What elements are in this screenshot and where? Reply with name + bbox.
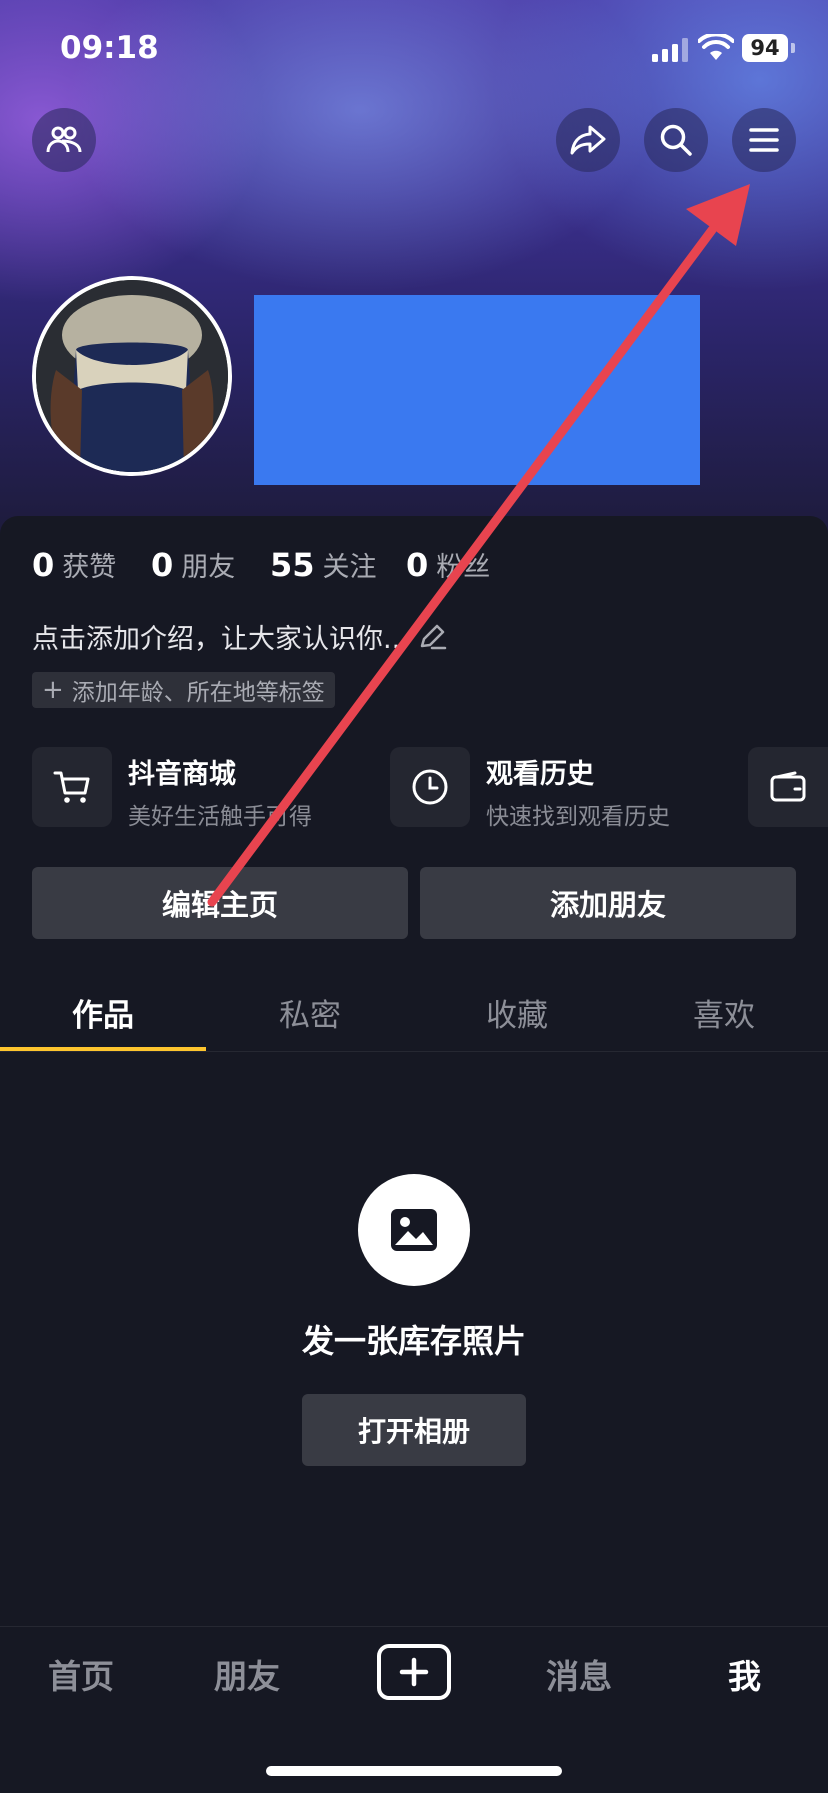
- pencil-icon: [420, 624, 446, 649]
- clock-icon: [412, 769, 448, 805]
- search-button[interactable]: [644, 108, 708, 172]
- plus-icon: +: [42, 675, 64, 705]
- stat-followers[interactable]: 0 粉丝: [406, 545, 490, 584]
- battery-indicator: 94: [742, 34, 788, 62]
- history-icon-box: [390, 747, 470, 827]
- tab-works[interactable]: 作品: [0, 990, 206, 1035]
- bio-placeholder: 点击添加介绍，让大家认识你...: [32, 624, 409, 655]
- avatar[interactable]: [32, 276, 232, 476]
- tab-likes[interactable]: 喜欢: [621, 990, 827, 1035]
- battery-tip: [791, 43, 795, 53]
- username-redacted-block: [254, 295, 700, 485]
- status-time: 09:18: [60, 30, 159, 66]
- wallet-icon: [770, 771, 806, 802]
- stat-friends-value: 0: [151, 546, 174, 584]
- stat-following[interactable]: 55 关注: [270, 545, 377, 584]
- add-tags-chip[interactable]: + 添加年龄、所在地等标签: [32, 672, 335, 708]
- service-history-title: 观看历史: [486, 759, 594, 790]
- menu-button[interactable]: [732, 108, 796, 172]
- nav-me[interactable]: 我: [728, 1650, 761, 1698]
- add-friend-button[interactable]: 添加朋友: [420, 867, 796, 939]
- shop-icon-box: [32, 747, 112, 827]
- hamburger-menu-icon: [749, 128, 779, 152]
- nav-messages[interactable]: 消息: [546, 1650, 612, 1698]
- photo-icon-circle: [358, 1174, 470, 1286]
- nav-home[interactable]: 首页: [48, 1650, 114, 1698]
- stat-likes-value: 0: [32, 546, 55, 584]
- image-icon: [391, 1209, 437, 1251]
- stat-likes-label: 获赞: [62, 552, 117, 583]
- open-album-button[interactable]: 打开相册: [302, 1394, 526, 1466]
- service-shop-title: 抖音商城: [128, 759, 236, 790]
- tabs-divider: [0, 1051, 828, 1052]
- stat-following-label: 关注: [322, 552, 377, 583]
- battery-level: 94: [750, 36, 780, 60]
- add-tags-label: 添加年龄、所在地等标签: [71, 680, 325, 706]
- home-indicator: [266, 1766, 562, 1776]
- search-icon: [660, 124, 692, 156]
- create-button[interactable]: [377, 1644, 451, 1700]
- people-icon: [46, 126, 82, 153]
- service-wallet[interactable]: [748, 747, 828, 827]
- share-button[interactable]: [556, 108, 620, 172]
- avatar-image: [36, 280, 228, 472]
- edit-profile-button[interactable]: 编辑主页: [32, 867, 408, 939]
- tab-private[interactable]: 私密: [207, 990, 413, 1035]
- friends-button[interactable]: [32, 108, 96, 172]
- plus-icon: [399, 1657, 429, 1687]
- stat-likes[interactable]: 0 获赞: [32, 545, 116, 584]
- stat-friends-label: 朋友: [181, 552, 236, 583]
- stat-followers-label: 粉丝: [436, 552, 491, 583]
- stat-following-value: 55: [270, 546, 315, 584]
- bio-edit[interactable]: 点击添加介绍，让大家认识你...: [32, 617, 447, 656]
- share-icon: [570, 125, 606, 155]
- stat-followers-value: 0: [406, 546, 429, 584]
- service-history-subtitle: 快速找到观看历史: [486, 804, 670, 830]
- empty-state-title: 发一张库存照片: [301, 1322, 526, 1360]
- signal-icon: [652, 38, 688, 66]
- service-shop-subtitle: 美好生活触手可得: [128, 804, 312, 830]
- stat-friends[interactable]: 0 朋友: [151, 545, 235, 584]
- wifi-icon: [697, 32, 735, 66]
- nav-friends[interactable]: 朋友: [214, 1650, 280, 1698]
- cart-icon: [53, 771, 90, 803]
- tab-favorites[interactable]: 收藏: [414, 990, 620, 1035]
